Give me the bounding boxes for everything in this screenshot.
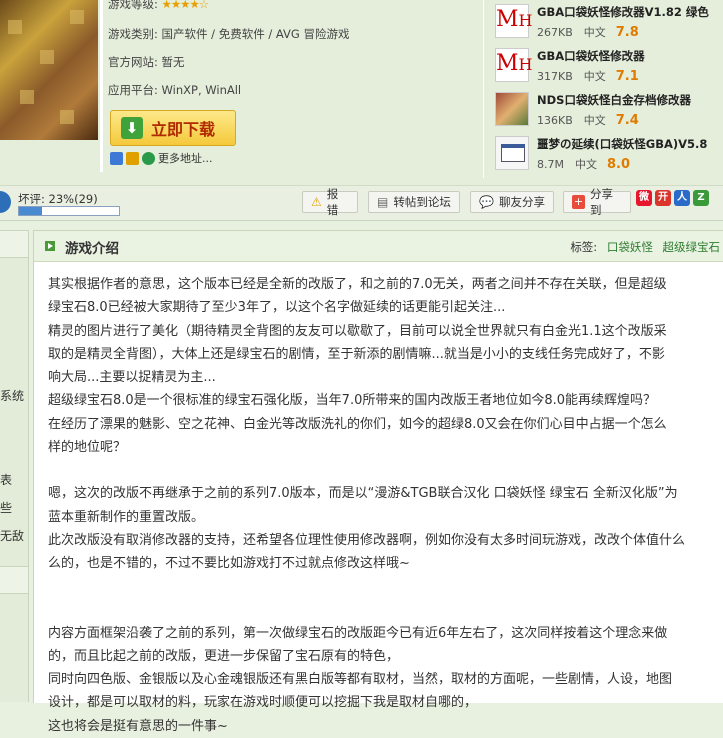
chat-bubble-icon: 💬 <box>479 195 494 209</box>
sidebar-header <box>0 566 28 594</box>
text-line: 超级绿宝石8.0是一个很标准的绿宝石强化版，当年7.0所带来的国内改版王者地位如… <box>48 393 657 409</box>
share-to-button[interactable]: + 分享到 <box>563 187 631 217</box>
tags-label: 标签: <box>570 240 598 254</box>
download-arrow-icon: ⬇ <box>121 117 143 139</box>
intro-body: 其实根据作者的意思，这个版本已经是全新的改版了，和之前的7.0无关，两者之间并不… <box>48 273 720 738</box>
kaixin-icon[interactable]: 开 <box>655 190 671 206</box>
thunder-icon[interactable] <box>110 151 123 165</box>
action-bar: 坏评: 23%(29) ⚠ 报错 ▤ 转帖到论坛 💬 聊友分享 + 分享到 <box>0 185 723 221</box>
more-links[interactable]: 更多地址... <box>158 150 213 166</box>
sidebar-text[interactable]: 无敌 <box>0 527 24 544</box>
website-row: 官方网站: 暂无 <box>108 54 185 70</box>
tag-link[interactable]: 口袋妖怪 <box>607 240 653 254</box>
text-line: 嗯，这次的改版不再继承于之前的系列7.0版本，而是以“漫游&TGB联合汉化 口袋… <box>48 486 678 502</box>
text-line: 此次改版没有取消修改器的支持，还希望各位理性使用修改器啊，例如你没有太多时间玩游… <box>48 532 686 548</box>
forum-share-button[interactable]: ▤ 转帖到论坛 <box>368 191 460 213</box>
play-icon <box>45 241 55 251</box>
chat-share-label: 聊友分享 <box>498 195 545 209</box>
tag-link[interactable]: 超级绿宝石 <box>663 240 721 254</box>
mh-icon: MH <box>495 48 532 82</box>
text-line: 设计，都是可以取材的料，玩家在游戏时顺便可以挖掘下我是取材自哪的， <box>48 695 478 711</box>
platform-value: WinXP, WinAll <box>161 83 242 97</box>
tags: 标签: 口袋妖怪 超级绿宝石 <box>570 239 720 255</box>
document-icon: ▤ <box>377 195 389 209</box>
game-header: 游戏等级: ★★★★☆ 游戏类别: 国产软件 / 免费软件 / AVG 冒险游戏… <box>0 0 723 185</box>
website-value: 暂无 <box>161 55 185 69</box>
text-line: 绿宝石8.0已经被大家期待了至少3年了，以这个名字做延续的话更能引起关注... <box>48 300 506 316</box>
sidebar-text[interactable]: 表 <box>0 471 12 488</box>
text-line: 取的是精灵全背图），大体上还是绿宝石的剧情，至于新添的剧情嘛...就当是小小的支… <box>48 346 665 362</box>
forum-share-label: 转帖到论坛 <box>393 195 451 209</box>
share-icons: 微 开 人 Z <box>636 190 709 206</box>
sidebar-text[interactable]: 些 <box>0 499 12 516</box>
related-title[interactable]: GBA口袋妖怪修改器V1.82 绿色 <box>537 4 709 20</box>
text-line: 么的，也是不错的，不过不要比如游戏打不过就点修改这样哦~ <box>48 556 410 572</box>
share-to-label: 分享到 <box>589 187 613 217</box>
text-line: 样的地位呢？ <box>48 440 127 456</box>
related-meta: 136KB 中文 7.4 <box>537 113 639 128</box>
intro-title: 游戏介绍 <box>65 241 119 257</box>
related-meta: 267KB 中文 7.8 <box>537 25 639 40</box>
related-title[interactable]: NDS口袋妖怪白金存档修改器 <box>537 92 691 108</box>
rating-label: 游戏等级: <box>108 0 158 11</box>
game-icon <box>495 92 529 126</box>
mh-icon: MH <box>495 4 532 38</box>
sidebar-header <box>0 230 28 258</box>
text-line: 这也将会是挺有意思的一件事~ <box>48 718 228 734</box>
more-links-row: 更多地址... <box>110 150 213 166</box>
category-value: 国产软件 / 免费软件 / AVG 冒险游戏 <box>161 27 350 41</box>
douban-icon[interactable]: Z <box>693 190 709 206</box>
game-screenshot[interactable] <box>0 0 98 140</box>
text-line: 响大局...主要以捉精灵为主... <box>48 370 216 386</box>
category-row: 游戏类别: 国产软件 / 免费软件 / AVG 冒险游戏 <box>108 26 349 42</box>
related-title[interactable]: 噩梦の延续(口袋妖怪GBA)V5.8 <box>537 136 707 152</box>
text-line: 同时向四色版、金银版以及心金魂银版还有黑白版等都有取材，当然，取材的方面呢，一些… <box>48 672 673 688</box>
rating-stars: ★★★★☆ <box>161 0 210 11</box>
text-line: 其实根据作者的意思，这个版本已经是全新的改版了，和之前的7.0无关，两者之间并不… <box>48 277 667 292</box>
report-button[interactable]: ⚠ 报错 <box>302 187 358 217</box>
text-line: 蓝本重新制作的重置改版。 <box>48 509 205 525</box>
intro-header: 游戏介绍 标签: 口袋妖怪 超级绿宝石 <box>34 231 723 262</box>
website-label: 官方网站: <box>108 55 158 69</box>
intro-panel: 游戏介绍 标签: 口袋妖怪 超级绿宝石 其实根据作者的意思，这个版本已经是全新的… <box>33 230 723 734</box>
related-meta: 317KB 中文 7.1 <box>537 69 639 84</box>
bad-rating-icon[interactable] <box>0 191 11 213</box>
download-label: 立即下载 <box>151 120 216 139</box>
download-button[interactable]: ⬇ 立即下载 <box>110 110 236 146</box>
renren-icon[interactable]: 人 <box>674 190 690 206</box>
left-sidebar: 系统 表 些 无敌 <box>0 230 29 702</box>
warning-icon: ⚠ <box>311 195 322 209</box>
text-line: 内容方面框架沿袭了之前的系列，第一次做绿宝石的改版距今已有近6年左右了，这次同样… <box>48 625 668 641</box>
text-line: 的，而且比起之前的改版，更进一步保留了宝石原有的特色， <box>48 648 400 664</box>
rating-row: 游戏等级: ★★★★☆ <box>108 0 210 12</box>
flashget-icon[interactable] <box>126 151 139 165</box>
bad-rating-label: 坏评: 23%(29) <box>18 192 98 206</box>
platform-row: 应用平台: WinXP, WinAll <box>108 82 241 98</box>
text-line: 在经历了漂果的魅影、空之花神、白金光等改版洗礼的你们，如今的超绿8.0又会在你们… <box>48 416 667 432</box>
qq-download-icon[interactable] <box>142 151 155 165</box>
divider <box>100 0 103 172</box>
platform-label: 应用平台: <box>108 83 158 97</box>
text-line: 精灵的图片进行了美化（期待精灵全背图的友友可以歇歇了，目前可以说全世界就只有白金… <box>48 323 667 339</box>
weibo-icon[interactable]: 微 <box>636 190 652 206</box>
related-meta: 8.7M 中文 8.0 <box>537 157 631 172</box>
bad-rating-fill <box>19 207 42 215</box>
bad-rating-bar <box>18 206 120 216</box>
divider <box>483 0 484 178</box>
report-label: 报错 <box>326 187 339 217</box>
sidebar-text[interactable]: 系统 <box>0 387 24 404</box>
category-label: 游戏类别: <box>108 27 158 41</box>
window-icon <box>495 136 529 170</box>
related-title[interactable]: GBA口袋妖怪修改器 <box>537 48 645 64</box>
plus-icon: + <box>572 195 585 209</box>
chat-share-button[interactable]: 💬 聊友分享 <box>470 191 554 213</box>
